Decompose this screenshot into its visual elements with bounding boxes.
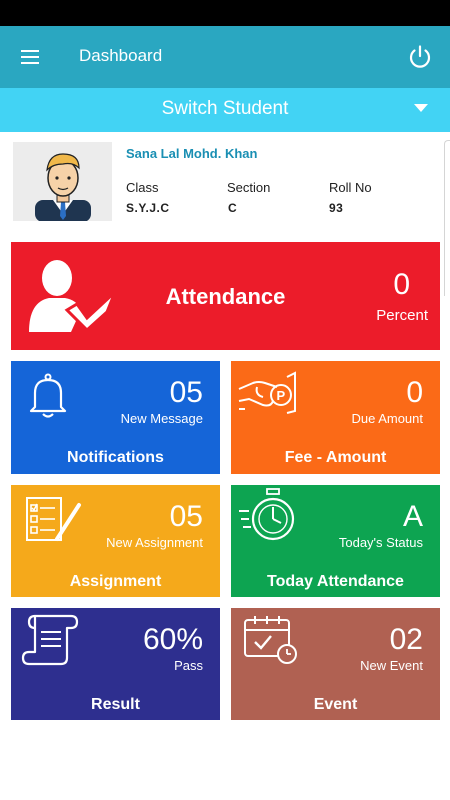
fee-subtitle: Due Amount — [351, 411, 423, 426]
power-icon[interactable] — [405, 42, 435, 72]
fee-title: Fee - Amount — [284, 449, 387, 466]
fee-amount-tile[interactable]: P 0 Due Amount Fee - Amount — [231, 361, 440, 474]
svg-text:P: P — [277, 388, 286, 403]
assignment-tile[interactable]: 05 New Assignment Assignment — [11, 485, 220, 597]
roll-no-label: Roll No — [329, 180, 372, 195]
result-value: 60% — [142, 623, 203, 656]
result-subtitle: Pass — [174, 658, 203, 673]
event-tile[interactable]: 02 New Event Event — [231, 608, 440, 720]
calendar-icon — [244, 616, 297, 664]
attendance-unit: Percent — [376, 307, 428, 324]
student-name: Sana Lal Mohd. Khan — [126, 146, 258, 161]
notifications-title: Notifications — [67, 449, 164, 466]
today-attendance-tile[interactable]: A Today's Status Today Attendance — [231, 485, 440, 597]
status-bar — [0, 0, 450, 26]
event-value: 02 — [389, 623, 423, 656]
notifications-value: 05 — [169, 376, 203, 409]
today-attendance-title: Today Attendance — [267, 573, 404, 590]
result-tile[interactable]: 60% Pass Result — [11, 608, 220, 720]
notifications-subtitle: New Message — [120, 411, 203, 426]
class-value: S.Y.J.C — [126, 201, 170, 215]
event-subtitle: New Event — [360, 658, 423, 673]
student-avatar — [13, 142, 112, 222]
stopwatch-icon — [239, 488, 295, 541]
scroll-indicator — [444, 140, 450, 296]
bell-icon — [29, 373, 67, 418]
menu-icon[interactable] — [18, 44, 44, 70]
event-title: Event — [313, 696, 358, 713]
checklist-icon — [26, 497, 81, 541]
roll-no-value: 93 — [329, 201, 344, 215]
assignment-subtitle: New Assignment — [106, 535, 203, 550]
fee-value: 0 — [406, 376, 423, 409]
payment-hand-icon: P — [238, 371, 296, 414]
today-status-value: A — [402, 500, 423, 533]
scroll-document-icon — [21, 614, 79, 666]
notifications-tile[interactable]: 05 New Message Notifications — [11, 361, 220, 474]
app-bar: Dashboard — [0, 26, 450, 88]
switch-student-label: Switch Student — [161, 98, 289, 119]
attendance-value: 0 — [393, 268, 410, 301]
switch-student-dropdown[interactable]: Switch Student — [0, 88, 450, 132]
section-value: C — [228, 201, 238, 215]
attendance-tile[interactable]: Attendance 0 Percent — [11, 242, 440, 350]
student-profile-card: Sana Lal Mohd. Khan Class Section Roll N… — [0, 132, 450, 232]
result-title: Result — [91, 696, 140, 713]
section-label: Section — [227, 180, 271, 195]
caret-down-icon — [414, 104, 428, 112]
class-label: Class — [126, 180, 159, 195]
assignment-title: Assignment — [69, 573, 162, 590]
today-status-subtitle: Today's Status — [338, 535, 423, 550]
page-title: Dashboard — [79, 46, 163, 65]
assignment-value: 05 — [169, 500, 203, 533]
